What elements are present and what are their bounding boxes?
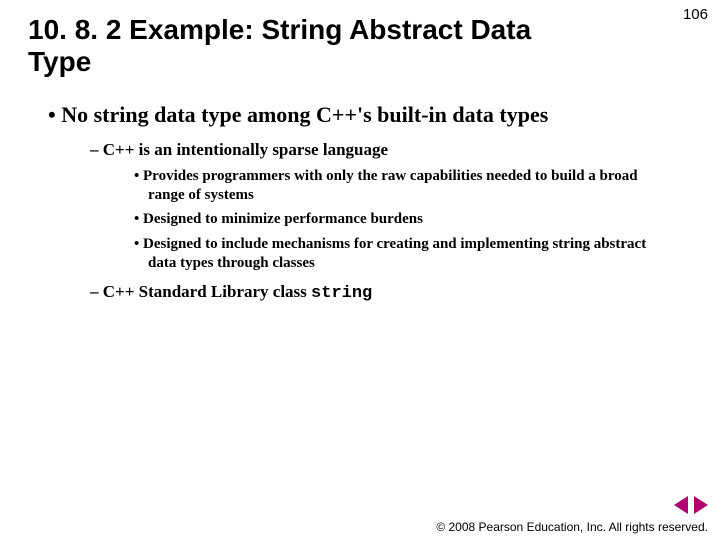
bullet-level3: Designed to include mechanisms for creat… [134, 235, 662, 273]
bullet-level3: Designed to minimize performance burdens [134, 210, 662, 229]
bullet-text: C++ Standard Library class [103, 282, 311, 301]
bullet-level2: C++ Standard Library class string [90, 281, 692, 305]
code-text: string [311, 284, 372, 303]
copyright-text: © 2008 Pearson Education, Inc. All right… [436, 520, 708, 534]
slide-content: No string data type among C++'s built-in… [28, 102, 692, 304]
slide-footer: © 2008 Pearson Education, Inc. All right… [436, 496, 708, 534]
next-icon[interactable] [694, 496, 708, 514]
bullet-level3: Provides programmers with only the raw c… [134, 167, 662, 205]
nav-controls [436, 496, 708, 514]
slide-title: 10. 8. 2 Example: String Abstract Data T… [28, 14, 548, 78]
page-number: 106 [683, 6, 708, 23]
slide-container: 106 10. 8. 2 Example: String Abstract Da… [0, 0, 720, 540]
bullet-level2: C++ is an intentionally sparse language [90, 139, 692, 161]
prev-icon[interactable] [674, 496, 688, 514]
bullet-level1: No string data type among C++'s built-in… [48, 102, 692, 128]
